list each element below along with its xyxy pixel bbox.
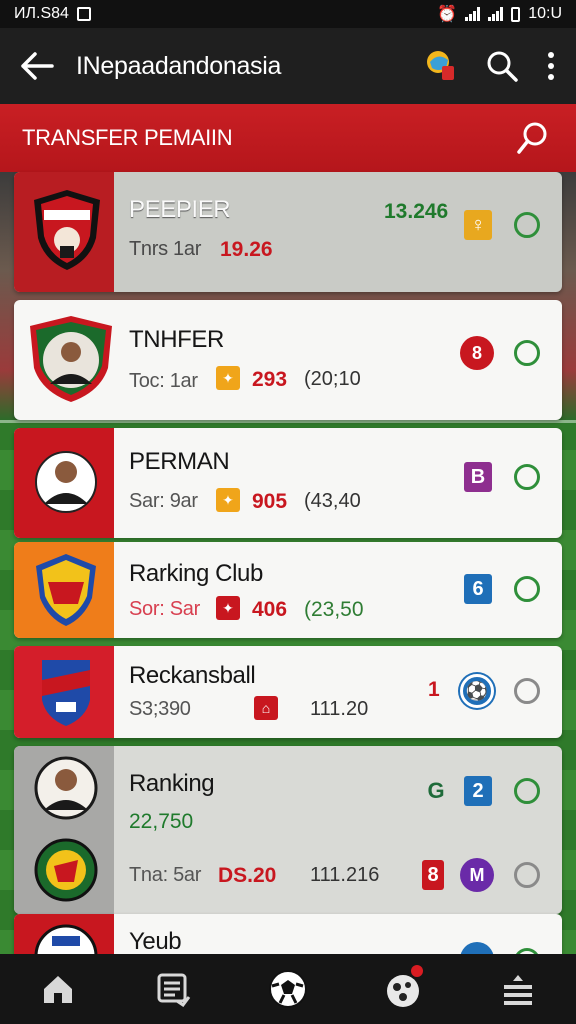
clock-text: 10:U (528, 5, 562, 22)
card-secondary: 111.216 (310, 864, 380, 886)
card-value: 905 (252, 490, 288, 513)
list-item[interactable]: PEEPIER Tnrs 1ar 19.26 13.246 ♀ (14, 172, 562, 292)
card-subtitle: Toc: 1ar (129, 370, 198, 392)
card-value: 1 (428, 678, 440, 701)
app-title: INepaadandonasia (76, 51, 282, 80)
list-icon[interactable] (143, 959, 203, 1019)
select-radio[interactable] (514, 340, 540, 366)
select-radio[interactable] (514, 464, 540, 490)
app-bar: INepaadandonasia (0, 28, 576, 104)
trophy-icon: ✦ (216, 488, 240, 512)
player-avatar (34, 442, 98, 522)
card-title: Ranking (129, 770, 215, 797)
card-value: 293 (252, 368, 288, 391)
bottom-navigation (0, 954, 576, 1024)
select-radio[interactable] (514, 678, 540, 704)
club-crest-icon (34, 836, 98, 904)
select-radio[interactable] (514, 778, 540, 804)
card-value: 406 (252, 598, 288, 621)
number-badge-icon: 8 (422, 860, 444, 890)
card-title: Reckansball (129, 662, 256, 689)
player-avatar (28, 314, 114, 404)
list-item[interactable]: Rarking Club Sor: Sar ✦ 406 (23,50 6 (14, 542, 562, 638)
battery-icon (511, 6, 521, 22)
card-value: 19.26 (220, 238, 273, 261)
club-crest-icon (34, 552, 98, 628)
select-radio[interactable] (514, 862, 540, 888)
search-icon[interactable] (516, 121, 550, 155)
alarm-icon: ⏰ (437, 6, 458, 23)
arrow-left-icon[interactable] (20, 51, 54, 81)
soccer-badge-icon: ⚽ (460, 674, 494, 708)
card-secondary: (43,40 (304, 490, 361, 512)
list-item[interactable]: TNHFER Toc: 1ar ✦ 293 (20;10 8 (14, 300, 562, 420)
card-title: Rarking Club (129, 560, 263, 587)
number-badge-icon: 8 (460, 336, 494, 370)
list-item[interactable]: Ranking 22,750 Tna: 5ar DS.20 111.216 G … (14, 746, 562, 914)
card-value: DS.20 (218, 864, 277, 887)
club-crest-icon (36, 656, 96, 728)
card-subtitle: 22,750 (129, 810, 194, 833)
section-title: TRANSFER PEMAIIN (22, 125, 233, 150)
card-subtitle-2: Tna: 5ar (129, 864, 202, 886)
signal-icon (465, 7, 481, 21)
home-icon[interactable] (28, 959, 88, 1019)
list-item[interactable]: Reckansball S3;390 ⌂ 111.20 1 ⚽ (14, 646, 562, 738)
list-item[interactable]: PERMAN Sar: 9ar ✦ 905 (43,40 B (14, 428, 562, 538)
player-avatar (34, 754, 98, 822)
trophy-icon[interactable] (422, 48, 458, 84)
card-secondary: 111.20 (310, 698, 369, 720)
club-icon: ✦ (216, 596, 240, 620)
section-header: TRANSFER PEMAIIN (0, 104, 576, 172)
number-badge-icon: 6 (464, 574, 492, 604)
number-badge-icon: 2 (464, 776, 492, 806)
card-title: Yeub (129, 928, 182, 955)
image-notification-icon (76, 7, 91, 21)
card-subtitle: S3;390 (129, 698, 191, 720)
trophy-badge-icon: ♀ (464, 210, 492, 240)
card-secondary: (20;10 (304, 368, 361, 390)
card-subtitle: Sor: Sar (129, 598, 200, 620)
club-crest-icon (32, 188, 102, 272)
club-icon[interactable] (373, 959, 433, 1019)
select-radio[interactable] (514, 212, 540, 238)
letter-badge-icon: M (460, 858, 494, 892)
select-radio[interactable] (514, 576, 540, 602)
card-subtitle: Tnrs 1ar (129, 238, 202, 260)
card-secondary: (23,50 (304, 598, 364, 621)
signal-icon-2 (488, 7, 504, 21)
card-title: PERMAN (129, 448, 230, 475)
card-title: PEEPIER (129, 196, 231, 223)
club-icon: ⌂ (254, 696, 278, 720)
card-title: TNHFER (129, 326, 224, 353)
more-vert-icon[interactable] (546, 51, 556, 81)
letter-badge-icon: B (464, 462, 492, 492)
soccer-ball-icon[interactable] (258, 959, 318, 1019)
card-subtitle: Sar: 9ar (129, 490, 198, 512)
card-top-value: 13.246 (384, 200, 449, 223)
menu-icon[interactable] (488, 959, 548, 1019)
search-icon[interactable] (486, 50, 518, 82)
carrier-text: ИЛ.S84 (14, 5, 69, 22)
trophy-icon: ✦ (216, 366, 240, 390)
letter-badge-icon: G (427, 778, 445, 803)
status-bar: ИЛ.S84 ⏰ 10:U (0, 0, 576, 28)
pitch-line (0, 420, 576, 423)
